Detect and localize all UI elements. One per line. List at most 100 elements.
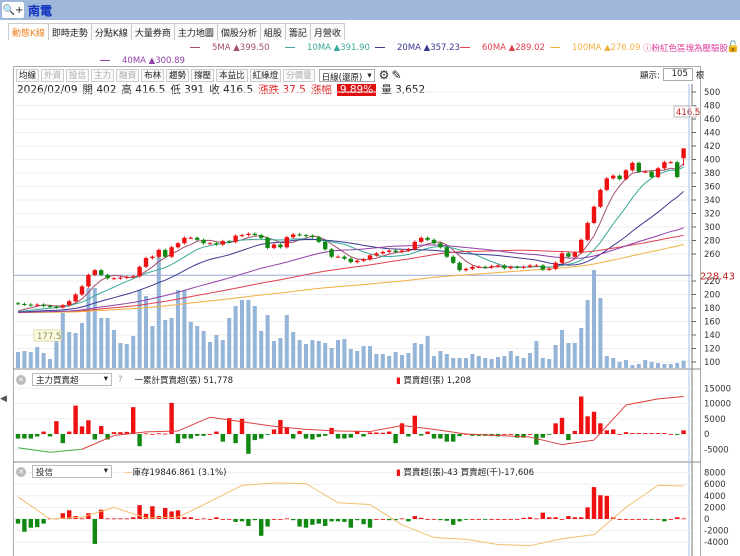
indicator-bar (406, 434, 411, 437)
candle-body (444, 247, 449, 257)
volume-bar (150, 326, 155, 368)
indicator-select[interactable]: 主力買賣超 ▾ (32, 373, 112, 386)
indicator-bar (553, 517, 558, 519)
collapse-left-icon[interactable]: ◀ (0, 394, 7, 404)
indicator-bar (118, 518, 123, 520)
indicator-bar (540, 434, 545, 438)
indicator-bar (399, 423, 405, 434)
volume-bar (521, 358, 526, 368)
volume-bar (28, 352, 33, 368)
help-icon[interactable]: ? (118, 375, 123, 385)
candle-body (406, 249, 411, 251)
indicator-bar (105, 518, 110, 520)
indicator-line-segment (625, 398, 659, 406)
indicator-select[interactable]: 投信 ▾ (32, 465, 112, 478)
indicator-line-segment (625, 484, 659, 508)
indicator-bar (617, 434, 622, 435)
ma-line-100 (17, 244, 684, 314)
volume-bar (592, 270, 596, 368)
indicator-bar (35, 434, 40, 437)
volume-bar (54, 341, 59, 368)
volume-bar (515, 356, 520, 368)
indicator-bar (73, 405, 78, 434)
indicator-line-segment (657, 395, 684, 400)
indicator-bar (252, 519, 257, 521)
indicator-bar (438, 519, 443, 521)
indicator-line-segment (17, 447, 51, 453)
indicator-line-segment (561, 534, 595, 540)
indicator-bar (572, 430, 577, 434)
close-panel-icon[interactable]: ✕ (16, 466, 26, 477)
candle-body (259, 235, 264, 238)
volume-bar (547, 359, 552, 368)
volume-bar (451, 358, 456, 368)
indicator-bar (182, 517, 187, 519)
volume-bar (656, 363, 660, 368)
indicator-bar (335, 434, 341, 439)
volume-bar (604, 356, 609, 368)
candle-body (86, 274, 91, 287)
indicator-bar (591, 487, 597, 519)
candle-body (137, 266, 142, 277)
indicator-bar (214, 517, 219, 519)
indicator-bar (316, 519, 321, 524)
volume-bar (220, 340, 225, 368)
candle-body (361, 259, 366, 261)
indicator-bar (630, 433, 635, 434)
volume-bar (118, 343, 123, 368)
indicator-bar (297, 430, 302, 434)
indicator-bar (457, 434, 462, 437)
candle-body (380, 251, 385, 254)
indicator-bar (662, 519, 667, 522)
volume-bar (611, 358, 616, 368)
candle-body (291, 234, 296, 238)
volume-bar (73, 333, 78, 368)
low-marker-label: 177.5 (37, 332, 61, 342)
volume-bar (406, 353, 411, 368)
indicator-bar (67, 431, 72, 434)
candle-body (207, 243, 213, 245)
candle-body (105, 274, 110, 279)
inv-legend: —庫存19846.861 (3.1%) (124, 467, 227, 478)
indicator-bar (572, 517, 577, 519)
indicator-bar (259, 519, 264, 536)
indicator-bar (559, 417, 565, 434)
indicator-bar (623, 519, 629, 520)
candle-body (451, 256, 456, 263)
volume-bar (387, 356, 392, 368)
volume-bar (579, 328, 584, 368)
candle-body (412, 241, 417, 250)
candle-body (118, 277, 123, 279)
volume-bar (67, 332, 72, 368)
volume-bar (464, 358, 468, 368)
indicator-bar (361, 519, 366, 525)
volume-bar (438, 351, 443, 368)
volume-bar (41, 353, 46, 368)
candle-body (623, 170, 629, 180)
close-panel-icon[interactable]: ✕ (16, 374, 26, 385)
volume-bar (502, 356, 507, 368)
candle-body (489, 266, 494, 268)
indicator-tick-label: 4000 (704, 492, 726, 502)
volume-bar (540, 358, 545, 368)
candle-body (67, 301, 72, 306)
volume-bar (476, 356, 481, 368)
indicator-bar (566, 434, 571, 441)
candle-body (527, 265, 533, 267)
volume-bar (272, 341, 276, 368)
indicator-line-segment (401, 524, 435, 539)
indicator-bar (476, 519, 481, 520)
candle-body (124, 276, 129, 278)
indicator-bar (348, 434, 353, 438)
volume-bar (508, 351, 513, 368)
candle-body (611, 175, 616, 179)
volume-bar (496, 357, 500, 368)
bar-legend: ▮ 買賣超(張) 1,208 (396, 375, 472, 386)
indicator-bar (515, 434, 520, 438)
volume-bar (470, 354, 475, 368)
price-tick-label: 140 (704, 331, 720, 341)
price-tick-label: 120 (704, 345, 720, 355)
candle-body (239, 235, 245, 237)
indicator-tick-label: -2000 (704, 527, 729, 537)
indicator-line-segment (369, 424, 403, 433)
